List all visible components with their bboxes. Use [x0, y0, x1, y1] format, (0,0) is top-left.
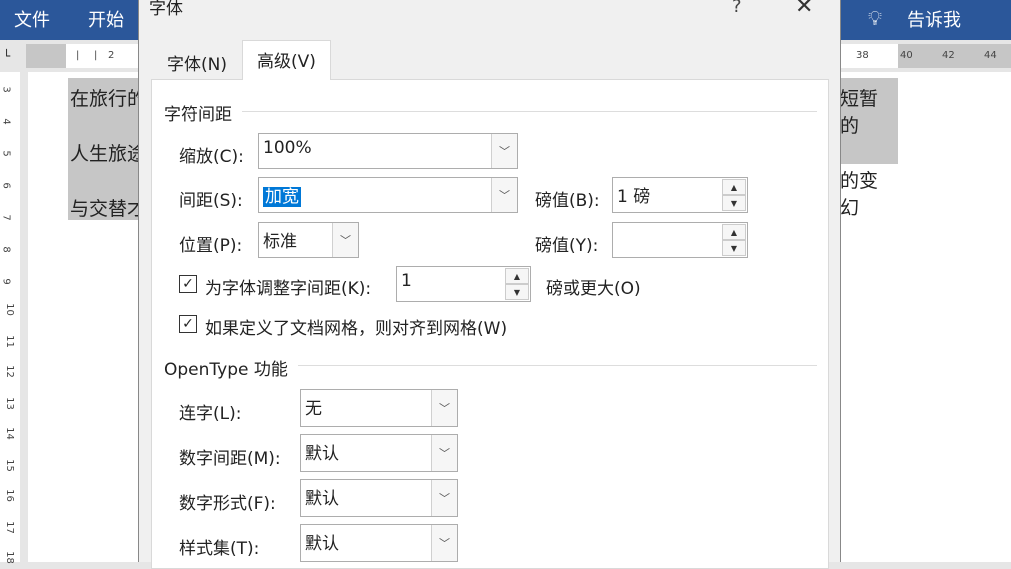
chevron-down-icon: ﹀	[332, 223, 358, 257]
number-spacing-select[interactable]: 默认 ﹀	[300, 434, 458, 472]
tab-font[interactable]: 字体(N)	[153, 44, 241, 80]
section-character-spacing: 字符间距	[164, 105, 232, 125]
dialog-title: 字体	[149, 0, 183, 19]
tab-home[interactable]: 开始	[88, 6, 124, 32]
spacing-label: 间距(S):	[179, 191, 243, 211]
ligatures-select[interactable]: 无 ﹀	[300, 389, 458, 427]
stylistic-sets-select[interactable]: 默认 ﹀	[300, 524, 458, 562]
advanced-panel: 字符间距 缩放(C): 100% ﹀ 间距(S): 加宽 ﹀ 磅值(B): 1 磅 ▲…	[151, 79, 829, 569]
position-by-input[interactable]: ▲ ▼	[612, 222, 748, 258]
font-dialog: 字体 ? ✕ 字体(N) 高级(V) 字符间距 缩放(C): 100% ﹀ 间距(…	[138, 0, 841, 569]
chevron-down-icon: ﹀	[431, 390, 457, 426]
spacing-by-input[interactable]: 1 磅 ▲ ▼	[612, 177, 748, 213]
spacing-by-label: 磅值(B):	[535, 191, 600, 211]
position-label: 位置(P):	[179, 236, 243, 256]
spin-up-icon: ▲	[722, 224, 746, 240]
chevron-down-icon: ﹀	[431, 480, 457, 516]
number-forms-select[interactable]: 默认 ﹀	[300, 479, 458, 517]
spin-down-icon: ▼	[722, 195, 746, 211]
close-button[interactable]: ✕	[795, 0, 813, 19]
ligatures-label: 连字(L):	[179, 404, 242, 424]
spin-down-icon: ▼	[722, 240, 746, 256]
scale-select[interactable]: 100% ﹀	[258, 133, 518, 169]
number-forms-label: 数字形式(F):	[179, 494, 276, 514]
chevron-down-icon: ﹀	[431, 435, 457, 471]
position-select[interactable]: 标准 ﹀	[258, 222, 359, 258]
chevron-down-icon: ﹀	[431, 525, 457, 561]
spin-down-icon: ▼	[505, 284, 529, 300]
stylistic-sets-label: 样式集(T):	[179, 539, 260, 559]
tab-advanced[interactable]: 高级(V)	[242, 40, 331, 80]
scale-label: 缩放(C):	[179, 147, 244, 167]
kerning-input[interactable]: 1 ▲ ▼	[396, 266, 531, 302]
spacing-select[interactable]: 加宽 ﹀	[258, 177, 518, 213]
snap-grid-label: 如果定义了文档网格，则对齐到网格(W)	[205, 319, 508, 339]
snap-grid-checkbox[interactable]: ✓	[179, 315, 197, 333]
spin-up-icon: ▲	[505, 268, 529, 284]
spin-up-icon: ▲	[722, 179, 746, 195]
kerning-checkbox[interactable]: ✓	[179, 275, 197, 293]
selected-text-right: 短暂的 的变幻	[838, 78, 898, 219]
tab-file[interactable]: 文件	[14, 6, 50, 32]
tab-stop-selector[interactable]: └	[0, 44, 20, 68]
section-opentype: OpenType 功能	[164, 360, 288, 380]
chevron-down-icon: ﹀	[491, 178, 517, 212]
position-by-label: 磅值(Y):	[535, 236, 599, 256]
help-button[interactable]: ?	[732, 0, 742, 17]
number-spacing-label: 数字间距(M):	[179, 449, 281, 469]
kerning-suffix: 磅或更大(O)	[546, 279, 641, 299]
chevron-down-icon: ﹀	[491, 134, 517, 168]
vertical-ruler[interactable]: 34 56 78 9 10 11 12 13 14 15 16 17 18	[0, 72, 20, 564]
kerning-label: 为字体调整字间距(K):	[205, 279, 372, 299]
tell-me[interactable]: 告诉我	[907, 6, 961, 32]
lightbulb-icon: 💡︎	[868, 6, 882, 30]
